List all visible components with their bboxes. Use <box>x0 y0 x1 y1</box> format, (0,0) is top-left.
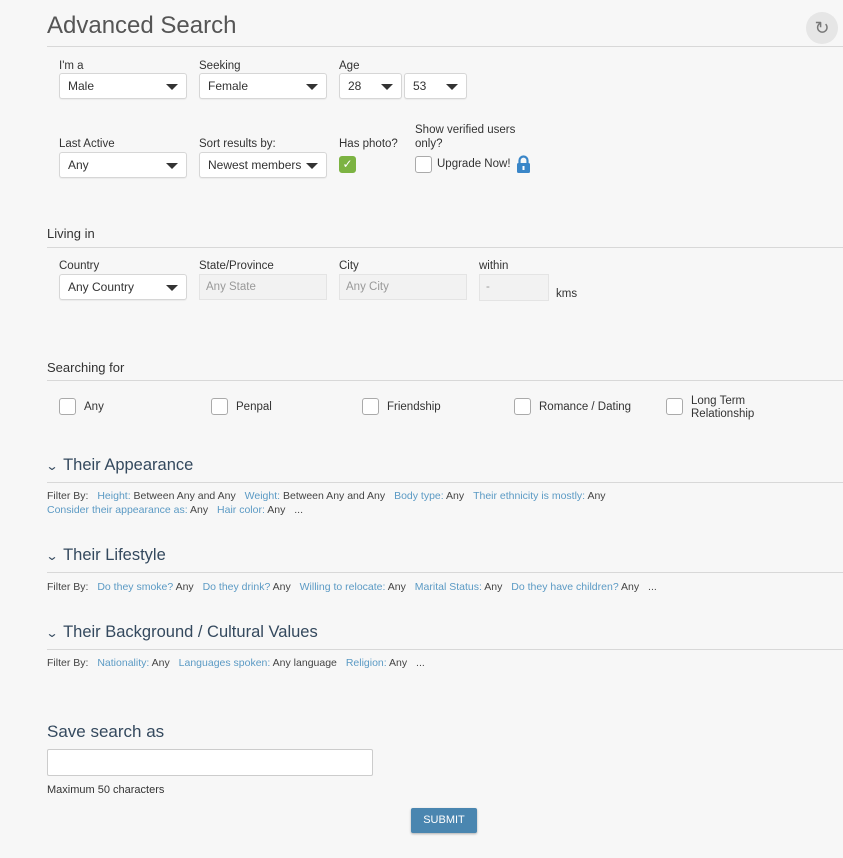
living-in-heading: Living in <box>47 226 95 241</box>
divider <box>47 380 843 381</box>
age-max-value: 53 <box>413 79 427 93</box>
last-active-value: Any <box>68 158 89 172</box>
country-label: Country <box>59 260 100 272</box>
chevron-down-icon: ⌄ <box>45 459 59 473</box>
im-a-select[interactable]: Male <box>59 73 187 99</box>
filter-marital[interactable]: Marital Status: Any <box>415 581 503 593</box>
seeking-select[interactable]: Female <box>199 73 327 99</box>
age-min-value: 28 <box>348 79 362 93</box>
appearance-toggle[interactable]: ⌄ Their Appearance <box>45 456 194 475</box>
filter-religion[interactable]: Religion: Any <box>346 657 407 669</box>
dropdown-arrow-icon <box>381 84 393 90</box>
filter-appearance[interactable]: Consider their appearance as: Any <box>47 504 208 516</box>
kms-label: kms <box>556 288 578 300</box>
filter-by-label: Filter By: <box>47 581 89 593</box>
filter-relocate[interactable]: Willing to relocate: Any <box>300 581 406 593</box>
dropdown-arrow-icon <box>166 285 178 291</box>
more-filters[interactable]: ... <box>416 657 425 669</box>
background-filters: Filter By: Nationality: Any Languages sp… <box>47 656 827 670</box>
divider <box>47 572 843 573</box>
im-a-value: Male <box>68 79 95 93</box>
filter-by-label: Filter By: <box>47 490 89 502</box>
dropdown-arrow-icon <box>166 163 178 169</box>
dropdown-arrow-icon <box>306 163 318 169</box>
more-filters[interactable]: ... <box>294 504 303 516</box>
background-title: Their Background / Cultural Values <box>63 623 318 641</box>
divider <box>47 46 843 47</box>
searching-any-checkbox[interactable] <box>59 398 76 415</box>
verified-label: Show verified users only? <box>415 124 516 150</box>
divider <box>47 247 843 248</box>
save-hint: Maximum 50 characters <box>47 784 165 796</box>
page-title: Advanced Search <box>47 12 237 39</box>
filter-languages[interactable]: Languages spoken: Any language <box>179 657 337 669</box>
chevron-down-icon: ⌄ <box>45 549 59 563</box>
background-toggle[interactable]: ⌄ Their Background / Cultural Values <box>45 623 318 642</box>
searching-long-term-checkbox[interactable] <box>666 398 683 415</box>
save-search-heading: Save search as <box>47 722 165 741</box>
dropdown-arrow-icon <box>306 84 318 90</box>
searching-any-label: Any <box>84 401 104 413</box>
city-label: City <box>339 260 359 272</box>
searching-romance-label: Romance / Dating <box>539 401 632 413</box>
searching-penpal-checkbox[interactable] <box>211 398 228 415</box>
searching-penpal-label: Penpal <box>236 401 272 413</box>
filter-body-type[interactable]: Body type: Any <box>394 490 464 502</box>
searching-friendship-checkbox[interactable] <box>362 398 379 415</box>
country-select[interactable]: Any Country <box>59 274 187 300</box>
divider <box>47 649 843 650</box>
searching-friendship-label: Friendship <box>387 401 441 413</box>
filter-drink[interactable]: Do they drink? Any <box>203 581 291 593</box>
chevron-down-icon: ⌄ <box>45 626 59 640</box>
searching-long-term-label: Long Term Relationship <box>691 395 755 420</box>
last-active-select[interactable]: Any <box>59 152 187 178</box>
save-search-input[interactable] <box>47 749 373 776</box>
city-input[interactable]: Any City <box>339 274 467 300</box>
sort-select[interactable]: Newest members <box>199 152 327 178</box>
searching-for-heading: Searching for <box>47 360 125 375</box>
age-max-select[interactable]: 53 <box>404 73 467 99</box>
seeking-value: Female <box>208 79 249 93</box>
checkmark-icon: ✓ <box>342 157 353 171</box>
filter-by-label: Filter By: <box>47 657 89 669</box>
filter-weight[interactable]: Weight: Between Any and Any <box>245 490 386 502</box>
refresh-icon: ↻ <box>814 17 830 38</box>
appearance-title: Their Appearance <box>63 456 194 474</box>
age-label: Age <box>339 60 360 72</box>
upgrade-now-link[interactable]: Upgrade Now! <box>437 157 511 171</box>
im-a-label: I'm a <box>59 60 84 72</box>
filter-smoke[interactable]: Do they smoke? Any <box>97 581 193 593</box>
has-photo-label: Has photo? <box>339 138 398 150</box>
submit-button[interactable]: SUBMIT <box>411 808 477 833</box>
seeking-label: Seeking <box>199 60 241 72</box>
lifestyle-title: Their Lifestyle <box>63 546 166 564</box>
within-label: within <box>479 260 509 272</box>
country-value: Any Country <box>68 280 135 294</box>
filter-height[interactable]: Height: Between Any and Any <box>97 490 235 502</box>
state-input[interactable]: Any State <box>199 274 327 300</box>
divider <box>47 482 843 483</box>
has-photo-checkbox[interactable]: ✓ <box>339 156 356 173</box>
within-input[interactable]: - <box>479 274 549 301</box>
age-min-select[interactable]: 28 <box>339 73 402 99</box>
filter-children[interactable]: Do they have children? Any <box>511 581 639 593</box>
searching-romance-checkbox[interactable] <box>514 398 531 415</box>
dropdown-arrow-icon <box>166 84 178 90</box>
lock-icon <box>517 155 530 173</box>
filter-hair-color[interactable]: Hair color: Any <box>217 504 285 516</box>
lifestyle-toggle[interactable]: ⌄ Their Lifestyle <box>45 546 166 565</box>
state-label: State/Province <box>199 260 274 272</box>
filter-nationality[interactable]: Nationality: Any <box>97 657 169 669</box>
dropdown-arrow-icon <box>446 84 458 90</box>
last-active-label: Last Active <box>59 138 115 150</box>
more-filters[interactable]: ... <box>648 581 657 593</box>
lifestyle-filters: Filter By: Do they smoke? Any Do they dr… <box>47 580 827 594</box>
verified-checkbox[interactable] <box>415 156 432 173</box>
appearance-filters: Filter By: Height: Between Any and Any W… <box>47 489 827 517</box>
sort-label: Sort results by: <box>199 138 276 150</box>
filter-ethnicity[interactable]: Their ethnicity is mostly: Any <box>473 490 605 502</box>
sort-value: Newest members <box>208 158 302 172</box>
reset-button[interactable]: ↻ <box>806 12 838 44</box>
